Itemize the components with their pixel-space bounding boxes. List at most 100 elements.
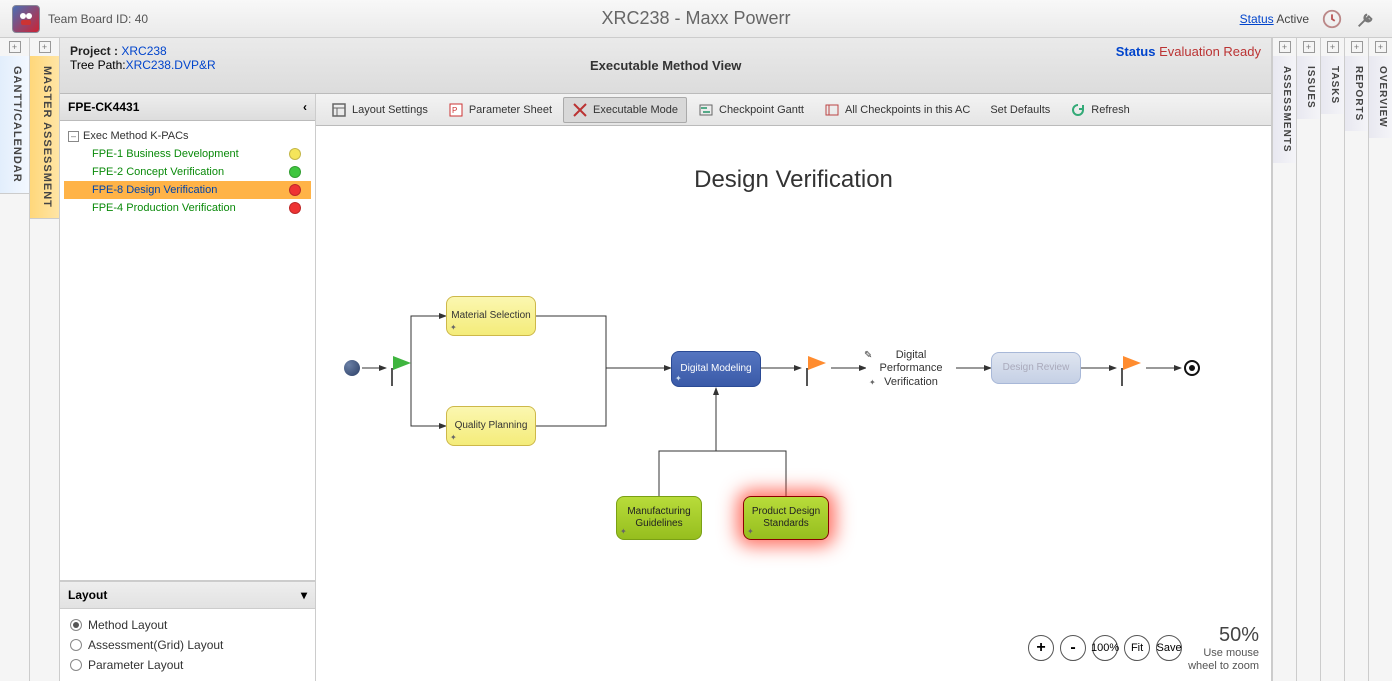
node-design-review[interactable]: Design Review [991, 352, 1081, 384]
zoom-save-button[interactable]: Save [1156, 635, 1182, 661]
zoom-out-button[interactable]: - [1060, 635, 1086, 661]
layout-option-0[interactable]: Method Layout [70, 615, 305, 635]
tree-item-0[interactable]: FPE-1 Business Development [64, 145, 311, 163]
tab-assessments[interactable]: ASSESSMENTS [1273, 56, 1296, 163]
zoom-controls: + - 100% Fit Save 50% Use mouse wheel to… [1028, 623, 1259, 673]
param-icon: P [448, 102, 464, 118]
tab-gantt-calendar[interactable]: GANTT/CALENDAR [0, 56, 29, 194]
layout-options: Method LayoutAssessment(Grid) LayoutPara… [60, 609, 315, 681]
project-status-value: Evaluation Ready [1159, 44, 1261, 59]
status-value: Active [1276, 12, 1309, 26]
tab-reports[interactable]: REPORTS [1345, 56, 1368, 131]
tree-item-3[interactable]: FPE-4 Production Verification [64, 199, 311, 217]
layout-panel: Layout ▾ Method LayoutAssessment(Grid) L… [60, 581, 315, 681]
expand-issues-button[interactable]: + [1303, 41, 1315, 53]
view-title: Executable Method View [590, 58, 741, 73]
toolbar-checkpoint-gantt[interactable]: Checkpoint Gantt [689, 97, 813, 123]
zoom-100-button[interactable]: 100% [1092, 635, 1118, 661]
tree-header[interactable]: FPE-CK4431 ‹ [60, 94, 315, 121]
zoom-percent: 50% [1188, 623, 1259, 647]
project-label: Project : [70, 44, 118, 58]
diagram-canvas[interactable]: Design Verification [316, 126, 1271, 681]
zoom-fit-button[interactable]: Fit [1124, 635, 1150, 661]
tree-header-label: FPE-CK4431 [68, 100, 139, 114]
right-tabs: + ASSESSMENTS + ISSUES + TASKS + REPORTS + OVERVI… [1272, 38, 1392, 681]
milestone-flag-mid[interactable] [808, 356, 826, 370]
project-status: Status Evaluation Ready [1116, 44, 1261, 59]
project-info: Project : XRC238 Tree Path:XRC238.DVP&R [70, 44, 216, 72]
tab-overview[interactable]: OVERVIEW [1369, 56, 1392, 138]
tab-issues[interactable]: ISSUES [1297, 56, 1320, 119]
node-material-selection[interactable]: Material Selection✦ [446, 296, 536, 336]
app-header: Team Board ID: 40 XRC238 - Maxx Powerr S… [0, 0, 1392, 38]
connectors [316, 126, 1271, 681]
tree-body: –Exec Method K-PACs FPE-1 Business Devel… [60, 121, 315, 581]
layout-header-label: Layout [68, 588, 107, 602]
tab-tasks[interactable]: TASKS [1321, 56, 1344, 114]
expand-master-button[interactable]: + [39, 41, 51, 53]
tree-path-label: Tree Path: [70, 58, 126, 72]
chevron-down-icon: ▾ [301, 588, 307, 602]
tools-icon[interactable] [1355, 8, 1377, 30]
chevron-left-icon: ‹ [303, 100, 307, 114]
toolbar-refresh[interactable]: Refresh [1061, 97, 1139, 123]
layout-option-1[interactable]: Assessment(Grid) Layout [70, 635, 305, 655]
app-logo-icon [12, 5, 40, 33]
main-area: + GANTT/CALENDAR + MASTER ASSESSMENT Pro… [0, 38, 1392, 681]
header-right: Status Active [1240, 8, 1377, 30]
toolbar-set-defaults[interactable]: Set Defaults [981, 99, 1059, 121]
radio-icon[interactable] [70, 659, 82, 671]
project-status-label: Status [1116, 44, 1156, 59]
status-dot-icon [289, 184, 301, 196]
tree-panel: FPE-CK4431 ‹ –Exec Method K-PACs FPE-1 B… [60, 94, 316, 681]
check-icon [824, 102, 840, 118]
zoom-in-button[interactable]: + [1028, 635, 1054, 661]
node-quality-planning[interactable]: Quality Planning✦ [446, 406, 536, 446]
expand-gantt-button[interactable]: + [9, 41, 21, 53]
svg-text:P: P [452, 106, 457, 115]
end-node[interactable] [1184, 360, 1200, 376]
tree-item-1[interactable]: FPE-2 Concept Verification [64, 163, 311, 181]
node-digital-performance[interactable]: ✎Digital Performance Verification✦ [866, 348, 956, 390]
exec-icon [572, 102, 588, 118]
milestone-flag-start[interactable] [393, 356, 411, 370]
node-product-design-standards[interactable]: Product Design Standards✦ [743, 496, 829, 540]
toolbar-parameter-sheet[interactable]: PParameter Sheet [439, 97, 561, 123]
refresh-icon [1070, 102, 1086, 118]
layout-icon [331, 102, 347, 118]
collapse-icon[interactable]: – [68, 131, 79, 142]
tab-master-assessment[interactable]: MASTER ASSESSMENT [30, 56, 59, 219]
radio-icon[interactable] [70, 639, 82, 651]
tree-root[interactable]: –Exec Method K-PACs [64, 127, 311, 145]
status-dot-icon [289, 166, 301, 178]
diagram-title: Design Verification [694, 166, 893, 194]
left-tab-gantt-col: + GANTT/CALENDAR [0, 38, 30, 681]
toolbar-executable-mode[interactable]: Executable Mode [563, 97, 687, 123]
node-manufacturing-guidelines[interactable]: Manufacturing Guidelines✦ [616, 496, 702, 540]
work-row: FPE-CK4431 ‹ –Exec Method K-PACs FPE-1 B… [60, 94, 1271, 681]
center-panel: Project : XRC238 Tree Path:XRC238.DVP&R … [60, 38, 1272, 681]
canvas-area: Layout SettingsPParameter SheetExecutabl… [316, 94, 1271, 681]
expand-tasks-button[interactable]: + [1327, 41, 1339, 53]
layout-option-2[interactable]: Parameter Layout [70, 655, 305, 675]
toolbar-all-checkpoints-in-this-ac[interactable]: All Checkpoints in this AC [815, 97, 979, 123]
milestone-flag-end[interactable] [1123, 356, 1141, 370]
project-code-link[interactable]: XRC238 [121, 44, 166, 58]
expand-assessments-button[interactable]: + [1279, 41, 1291, 53]
tree-path-link[interactable]: XRC238.DVP&R [126, 58, 216, 72]
team-board-id: Team Board ID: 40 [48, 12, 148, 26]
status-dot-icon [289, 202, 301, 214]
clock-icon[interactable] [1321, 8, 1343, 30]
layout-header[interactable]: Layout ▾ [60, 581, 315, 609]
node-digital-modeling[interactable]: Digital Modeling✦ [671, 351, 761, 387]
start-node[interactable] [344, 360, 360, 376]
status-link[interactable]: Status [1240, 12, 1274, 26]
app-title: XRC238 - Maxx Powerr [601, 8, 790, 29]
project-header: Project : XRC238 Tree Path:XRC238.DVP&R … [60, 38, 1271, 94]
tree-item-2[interactable]: FPE-8 Design Verification [64, 181, 311, 199]
expand-overview-button[interactable]: + [1375, 41, 1387, 53]
gantt-icon [698, 102, 714, 118]
expand-reports-button[interactable]: + [1351, 41, 1363, 53]
toolbar-layout-settings[interactable]: Layout Settings [322, 97, 437, 123]
radio-icon[interactable] [70, 619, 82, 631]
